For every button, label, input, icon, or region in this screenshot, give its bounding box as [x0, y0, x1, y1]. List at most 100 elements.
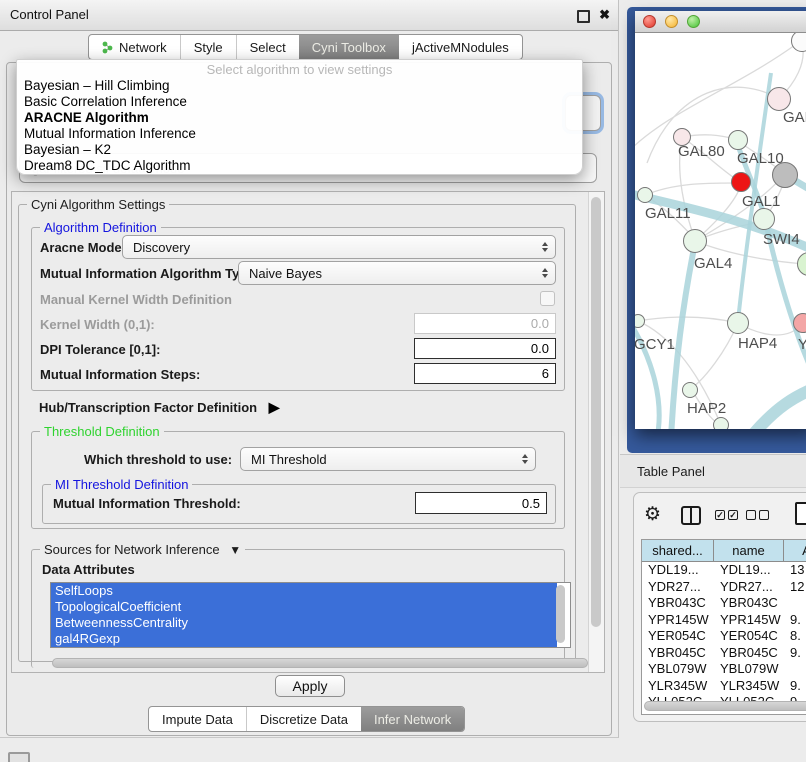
table-row[interactable]: YBR045CYBR045C9.	[642, 645, 806, 662]
table-row[interactable]: YER054CYER054C8.	[642, 628, 806, 645]
table-column-header[interactable]: name	[714, 540, 784, 562]
tab-jactivemnodules[interactable]: jActiveMNodules	[399, 35, 522, 59]
settings-scrollbar[interactable]	[588, 192, 604, 672]
attribute-list-item[interactable]: BetweennessCentrality	[51, 615, 557, 631]
mi-type-combobox[interactable]: Naive Bayes	[238, 261, 556, 285]
table-cell: YLR345W	[714, 678, 784, 695]
select-all-check-icon[interactable]: ✓	[728, 510, 738, 520]
node-label: SWI4	[763, 231, 800, 248]
hub-definition-toggle[interactable]: Hub/Transcription Factor Definition ▶	[39, 399, 280, 416]
bottom-tab-impute-data[interactable]: Impute Data	[149, 707, 246, 731]
network-node-gal4[interactable]	[683, 229, 707, 253]
select-all-check-icon[interactable]: ✓	[715, 510, 725, 520]
settings-scrollbar-thumb[interactable]	[591, 197, 601, 627]
network-node-y[interactable]	[793, 313, 806, 333]
algorithm-option[interactable]: ARACNE Algorithm	[17, 110, 582, 126]
network-node-hap4[interactable]	[727, 312, 749, 334]
mi-steps-field[interactable]: 6	[414, 363, 556, 384]
network-node-gal1[interactable]	[753, 208, 775, 230]
screen: Control Panel ✖ Network Style SelectCyni T…	[0, 0, 806, 762]
table-row[interactable]: YDL19...YDL19...13	[642, 562, 806, 579]
deselect-all-icon[interactable]	[759, 510, 769, 520]
node-table: shared...nameA YDL19...YDL19...13YDR27..…	[641, 539, 806, 715]
network-node-gal[interactable]	[767, 87, 791, 111]
table-row[interactable]: YDR27...YDR27...12	[642, 579, 806, 596]
stepper-arrows-icon	[542, 268, 548, 278]
control-panel-titlebar: Control Panel ✖	[0, 0, 618, 31]
tab-select[interactable]: Select	[236, 35, 299, 59]
manual-kernel-checkbox[interactable]	[540, 291, 555, 306]
file-icon[interactable]	[795, 502, 806, 525]
network-node-gal11[interactable]	[637, 187, 653, 203]
algorithm-definition-group: Algorithm Definition Aracne Mode: Discov…	[31, 227, 565, 391]
table-column-header[interactable]: shared...	[642, 540, 714, 562]
tab-network[interactable]: Network	[89, 35, 180, 59]
zoom-traffic-light-icon[interactable]	[687, 15, 700, 28]
close-traffic-light-icon[interactable]	[643, 15, 656, 28]
attributes-scrollbar-thumb[interactable]	[556, 585, 565, 643]
attribute-list-item[interactable]: SelfLoops	[51, 583, 557, 599]
kernel-width-field[interactable]: 0.0	[414, 313, 556, 334]
algorithm-option[interactable]: Bayesian – Hill Climbing	[17, 78, 582, 94]
network-node-gal10[interactable]	[728, 130, 748, 150]
algorithm-option[interactable]: Bayesian – K2	[17, 142, 582, 158]
table-cell: YDL19...	[714, 562, 784, 579]
expanded-arrow-icon: ▼	[229, 543, 241, 557]
columns-icon[interactable]	[681, 506, 701, 525]
tab-label: Network	[119, 40, 167, 55]
mi-threshold-definition-title: MI Threshold Definition	[51, 477, 192, 492]
algorithm-option[interactable]: Mutual Information Inference	[17, 126, 582, 142]
table-cell: YBR045C	[714, 645, 784, 662]
dpi-tolerance-field[interactable]: 0.0	[414, 338, 556, 359]
collapsed-arrow-icon: ▶	[269, 399, 280, 416]
network-icon	[102, 41, 114, 54]
table-cell: YPR145W	[714, 612, 784, 629]
algorithm-definition-title: Algorithm Definition	[40, 220, 161, 235]
table-row[interactable]: YBR043CYBR043C	[642, 595, 806, 612]
table-body: YDL19...YDL19...13YDR27...YDR27...12YBR0…	[642, 562, 806, 711]
node-label: GAL4	[694, 255, 732, 272]
bottom-tab-infer-network[interactable]: Infer Network	[361, 707, 464, 731]
float-window-icon[interactable]	[577, 10, 590, 23]
close-icon[interactable]: ✖	[599, 6, 610, 24]
network-node[interactable]	[713, 417, 729, 429]
cyni-algorithm-settings-group: Cyni Algorithm Settings Algorithm Defini…	[18, 204, 576, 662]
table-row[interactable]: YPR145WYPR145W9.	[642, 612, 806, 629]
network-node-hap2[interactable]	[682, 382, 698, 398]
deselect-all-icon[interactable]	[746, 510, 756, 520]
gear-icon[interactable]: ⚙	[644, 505, 661, 524]
control-panel-title: Control Panel	[10, 0, 89, 30]
aracne-mode-combobox[interactable]: Discovery	[122, 235, 556, 259]
table-panel: ⚙ ✓ ✓ shared...nameA YDL19...YDL19...13Y…	[633, 492, 806, 722]
which-threshold-combobox[interactable]: MI Threshold	[240, 447, 536, 471]
tab-style[interactable]: Style	[180, 35, 236, 59]
mi-threshold-field[interactable]: 0.5	[415, 492, 547, 514]
tab-cyni-toolbox[interactable]: Cyni Toolbox	[299, 35, 399, 59]
sources-title-label: Sources for Network Inference	[44, 542, 220, 557]
algorithm-option[interactable]: Dream8 DC_TDC Algorithm	[17, 158, 582, 174]
control-panel-window: Control Panel ✖ Network Style SelectCyni T…	[0, 0, 619, 738]
attribute-list-item[interactable]: TopologicalCoefficient	[51, 599, 557, 615]
data-attributes-list[interactable]: SelfLoopsTopologicalCoefficientBetweenne…	[50, 582, 571, 648]
settings-scroll-area: Cyni Algorithm Settings Algorithm Defini…	[11, 191, 605, 673]
tab-label: Style	[194, 40, 223, 55]
network-canvas[interactable]: GALGAL80GAL10GAL1GAL11GAL4SWI4GCY1HAP4YH…	[635, 33, 806, 429]
which-threshold-value: MI Threshold	[251, 452, 327, 467]
table-panel-header: Table Panel	[620, 454, 806, 488]
network-node[interactable]	[772, 162, 798, 188]
settings-hscrollbar[interactable]	[52, 658, 588, 668]
table-cell: 9.	[784, 612, 806, 629]
attribute-list-item[interactable]: gal4RGexp	[51, 631, 557, 647]
table-column-header[interactable]: A	[784, 540, 806, 562]
minimized-panel-icon[interactable]	[8, 752, 30, 762]
network-node[interactable]	[731, 172, 751, 192]
table-row[interactable]: YLR345WYLR345W9.	[642, 678, 806, 695]
algorithm-dropdown-placeholder: Select algorithm to view settings	[17, 62, 582, 78]
sources-title[interactable]: Sources for Network Inference ▼	[40, 542, 245, 557]
table-hscrollbar[interactable]	[644, 701, 806, 711]
table-row[interactable]: YBL079WYBL079W	[642, 661, 806, 678]
minimize-traffic-light-icon[interactable]	[665, 15, 678, 28]
apply-button[interactable]: Apply	[275, 675, 345, 697]
bottom-tab-discretize-data[interactable]: Discretize Data	[246, 707, 361, 731]
algorithm-option[interactable]: Basic Correlation Inference	[17, 94, 582, 110]
